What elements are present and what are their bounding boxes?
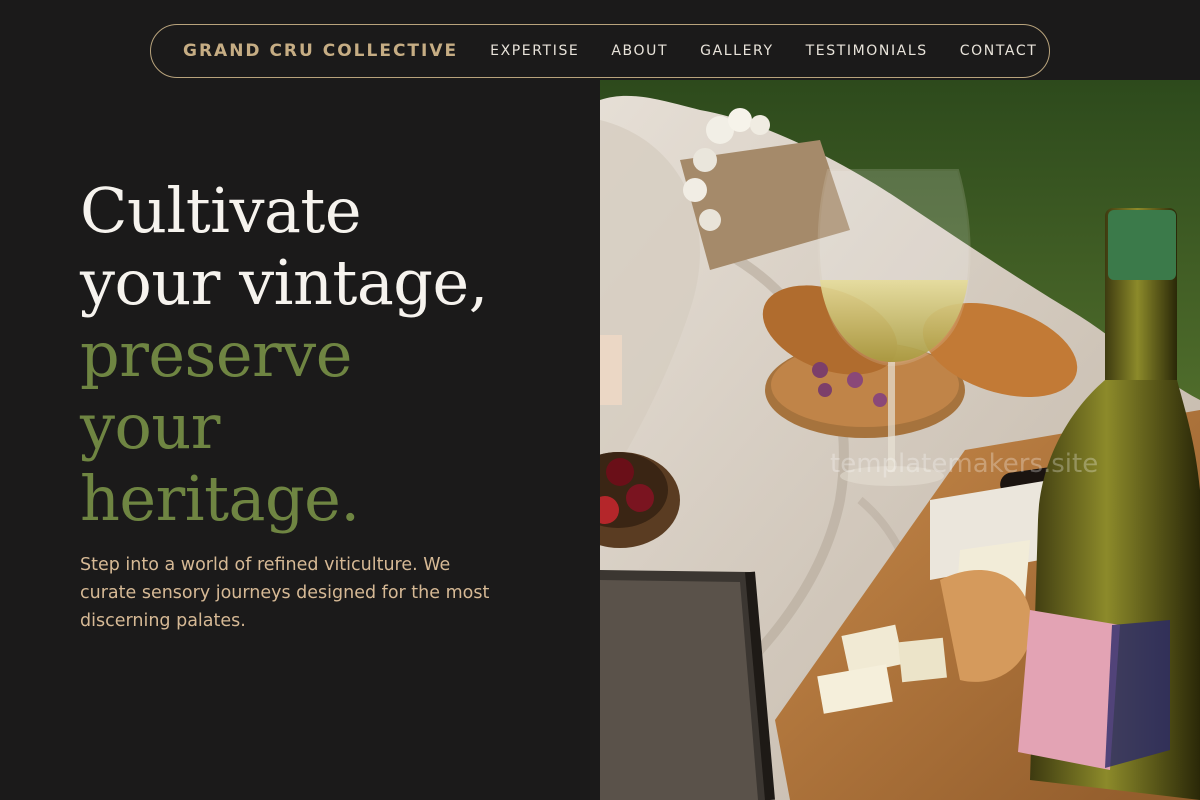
top-navigation: GRAND CRU COLLECTIVE EXPERTISE ABOUT GAL… bbox=[150, 24, 1050, 78]
nav-link-about[interactable]: ABOUT bbox=[611, 43, 668, 59]
nav-link-gallery[interactable]: GALLERY bbox=[700, 43, 773, 59]
headline-line-accent: heritage. bbox=[80, 462, 360, 535]
hero-headline: Cultivate your vintage, preserve your he… bbox=[80, 175, 560, 535]
brand-logo-text[interactable]: GRAND CRU COLLECTIVE bbox=[183, 41, 458, 61]
headline-line-accent: preserve bbox=[80, 318, 352, 391]
headline-line: Cultivate bbox=[80, 174, 362, 247]
headline-line-accent: your bbox=[80, 390, 220, 463]
hero-section: Cultivate your vintage, preserve your he… bbox=[80, 175, 560, 635]
hero-photo: templatemakers.site bbox=[600, 80, 1200, 800]
headline-line: your vintage, bbox=[80, 246, 488, 319]
watermark-text: templatemakers.site bbox=[830, 449, 1098, 479]
nav-link-expertise[interactable]: EXPERTISE bbox=[490, 43, 579, 59]
nav-link-contact[interactable]: CONTACT bbox=[960, 43, 1038, 59]
hero-subtext: Step into a world of refined viticulture… bbox=[80, 555, 490, 631]
picnic-wine-illustration: templatemakers.site bbox=[600, 80, 1200, 800]
nav-links: EXPERTISE ABOUT GALLERY TESTIMONIALS CON… bbox=[490, 43, 1037, 59]
nav-link-testimonials[interactable]: TESTIMONIALS bbox=[806, 43, 928, 59]
